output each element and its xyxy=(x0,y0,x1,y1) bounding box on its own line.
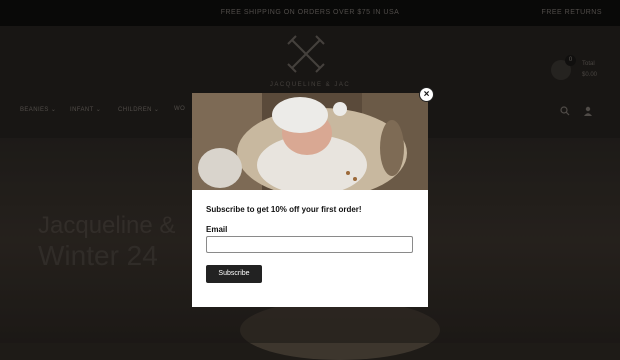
email-label: Email xyxy=(206,225,228,234)
subscribe-button[interactable]: Subscribe xyxy=(206,265,262,283)
close-button[interactable]: × xyxy=(419,87,434,102)
email-field[interactable] xyxy=(206,236,413,253)
newborn-photo xyxy=(192,93,428,190)
modal-heading: Subscribe to get 10% off your first orde… xyxy=(206,205,362,214)
